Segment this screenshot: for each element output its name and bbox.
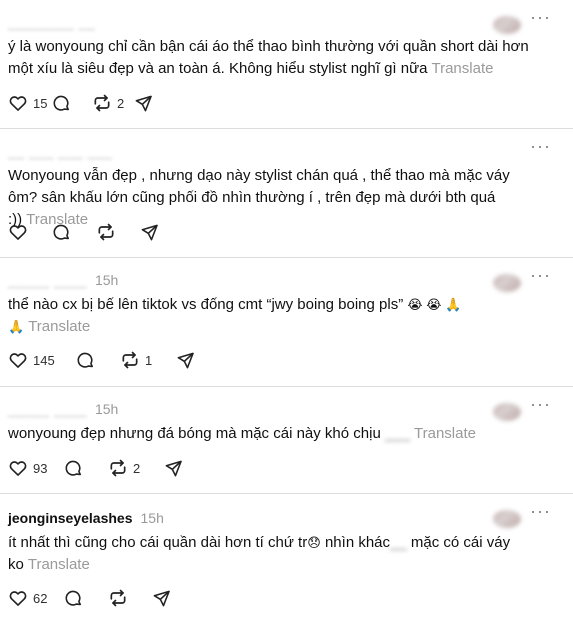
post-text: ít nhất thì cũng cho cái quần dài hơn tí… <box>8 532 543 576</box>
like-button[interactable] <box>8 222 52 242</box>
post-body: wonyoung đẹp nhưng đá bóng mà mặc cái nà… <box>8 425 381 442</box>
avatar[interactable] <box>493 403 521 421</box>
heart-icon <box>9 353 27 368</box>
heart-icon <box>9 225 27 240</box>
avatar[interactable] <box>493 510 521 528</box>
comment-icon <box>65 460 82 476</box>
repost-button[interactable]: 2 <box>92 93 134 113</box>
translate-link[interactable]: Translate <box>28 556 90 573</box>
post-header: jeonginseyelashes 15h <box>8 508 164 528</box>
post-text: thể nào cx bị bế lên tiktok vs đống cmt … <box>8 294 543 338</box>
post-actions: 15 2 <box>8 93 153 113</box>
post-text: wonyoung đẹp nhưng đá bóng mà mặc cái nà… <box>8 423 543 445</box>
blurred-text: ___ <box>384 425 410 442</box>
repost-count: 2 <box>117 95 125 111</box>
comment-icon <box>53 224 70 240</box>
reply-button[interactable] <box>52 94 92 113</box>
translate-link[interactable]: Translate <box>414 425 476 442</box>
like-count: 93 <box>33 460 48 476</box>
blurred-text: __ <box>390 534 407 551</box>
username[interactable]: jeonginseyelashes <box>8 510 133 526</box>
post-body: ít nhất thì cũng cho cái quần dài hơn tí… <box>8 534 308 551</box>
repost-button[interactable] <box>96 222 140 242</box>
like-button[interactable]: 62 <box>8 588 64 608</box>
post-header: _____ ____ 15h <box>8 270 118 290</box>
reply-button[interactable] <box>76 351 120 370</box>
avatar[interactable] <box>493 274 521 292</box>
username[interactable]: ________ __ <box>8 14 95 30</box>
repost-count: 1 <box>145 352 153 368</box>
repost-icon <box>110 459 126 477</box>
repost-icon <box>122 351 138 369</box>
comment-icon <box>53 95 70 111</box>
more-options-icon[interactable]: ··· <box>530 8 551 26</box>
more-options-icon[interactable]: ··· <box>530 137 551 155</box>
repost-count: 2 <box>133 460 141 476</box>
reply-button[interactable] <box>52 223 96 242</box>
post-text: ý là wonyoung chỉ cần bận cái áo thể tha… <box>8 36 543 80</box>
post-header: ________ __ <box>8 12 95 32</box>
repost-icon <box>110 589 126 607</box>
like-count: 62 <box>33 590 48 606</box>
repost-button[interactable] <box>108 588 152 608</box>
post-time: 15h <box>94 401 119 417</box>
repost-button[interactable]: 2 <box>108 458 164 478</box>
heart-icon <box>9 96 27 111</box>
send-icon <box>165 460 182 476</box>
more-options-icon[interactable]: ··· <box>530 395 551 413</box>
comment-icon <box>77 352 94 368</box>
share-button[interactable] <box>152 589 171 608</box>
post: _____ ____ 15h ··· wonyoung đẹp nhưng đá… <box>0 387 573 494</box>
like-button[interactable]: 93 <box>8 458 64 478</box>
username[interactable]: _____ ____ <box>8 272 87 288</box>
reply-button[interactable] <box>64 589 108 608</box>
post-time: 15h <box>94 272 119 288</box>
send-icon <box>135 95 152 111</box>
emoji: 😞 <box>307 535 321 550</box>
username[interactable]: __ ___ ___ ___ <box>8 143 112 159</box>
heart-icon <box>9 591 27 606</box>
share-button[interactable] <box>164 459 183 478</box>
more-options-icon[interactable]: ··· <box>530 266 551 284</box>
post: jeonginseyelashes 15h ··· ít nhất thì cũ… <box>0 494 573 622</box>
username[interactable]: _____ ____ <box>8 401 87 417</box>
send-icon <box>153 590 170 606</box>
send-icon <box>141 224 158 240</box>
reply-button[interactable] <box>64 459 108 478</box>
like-button[interactable]: 15 <box>8 93 52 113</box>
post-actions: 62 <box>8 588 171 608</box>
post: __ ___ ___ ___ ··· Wonyoung vẫn đẹp , nh… <box>0 129 573 258</box>
like-button[interactable]: 145 <box>8 350 76 370</box>
post-actions: 145 1 <box>8 350 195 370</box>
like-count: 15 <box>33 95 48 111</box>
like-count: 145 <box>33 352 55 368</box>
post: ________ __ ··· ý là wonyoung chỉ cần bậ… <box>0 0 573 129</box>
translate-link[interactable]: Translate <box>431 60 493 77</box>
post-time: 15h <box>140 510 164 526</box>
repost-icon <box>98 223 114 241</box>
emoji-group: 🙏 <box>8 319 25 334</box>
translate-link[interactable]: Translate <box>28 318 90 335</box>
comment-icon <box>65 590 82 606</box>
post: _____ ____ 15h ··· thể nào cx bị bế lên … <box>0 258 573 387</box>
more-options-icon[interactable]: ··· <box>530 502 551 520</box>
threads-feed: ________ __ ··· ý là wonyoung chỉ cần bậ… <box>0 0 573 622</box>
emoji-group: 😭 😭 🙏 <box>407 297 462 312</box>
share-button[interactable] <box>134 94 153 113</box>
heart-icon <box>9 461 27 476</box>
post-body: thể nào cx bị bế lên tiktok vs đống cmt … <box>8 296 404 313</box>
post-header: __ ___ ___ ___ <box>8 141 112 161</box>
share-button[interactable] <box>140 223 159 242</box>
post-actions: 93 2 <box>8 458 183 478</box>
repost-button[interactable]: 1 <box>120 350 176 370</box>
post-header: _____ ____ 15h <box>8 399 118 419</box>
post-actions <box>8 222 159 242</box>
repost-icon <box>94 94 110 112</box>
avatar[interactable] <box>493 16 521 34</box>
share-button[interactable] <box>176 351 195 370</box>
send-icon <box>177 352 194 368</box>
post-body-continued: nhìn khác <box>324 534 391 551</box>
